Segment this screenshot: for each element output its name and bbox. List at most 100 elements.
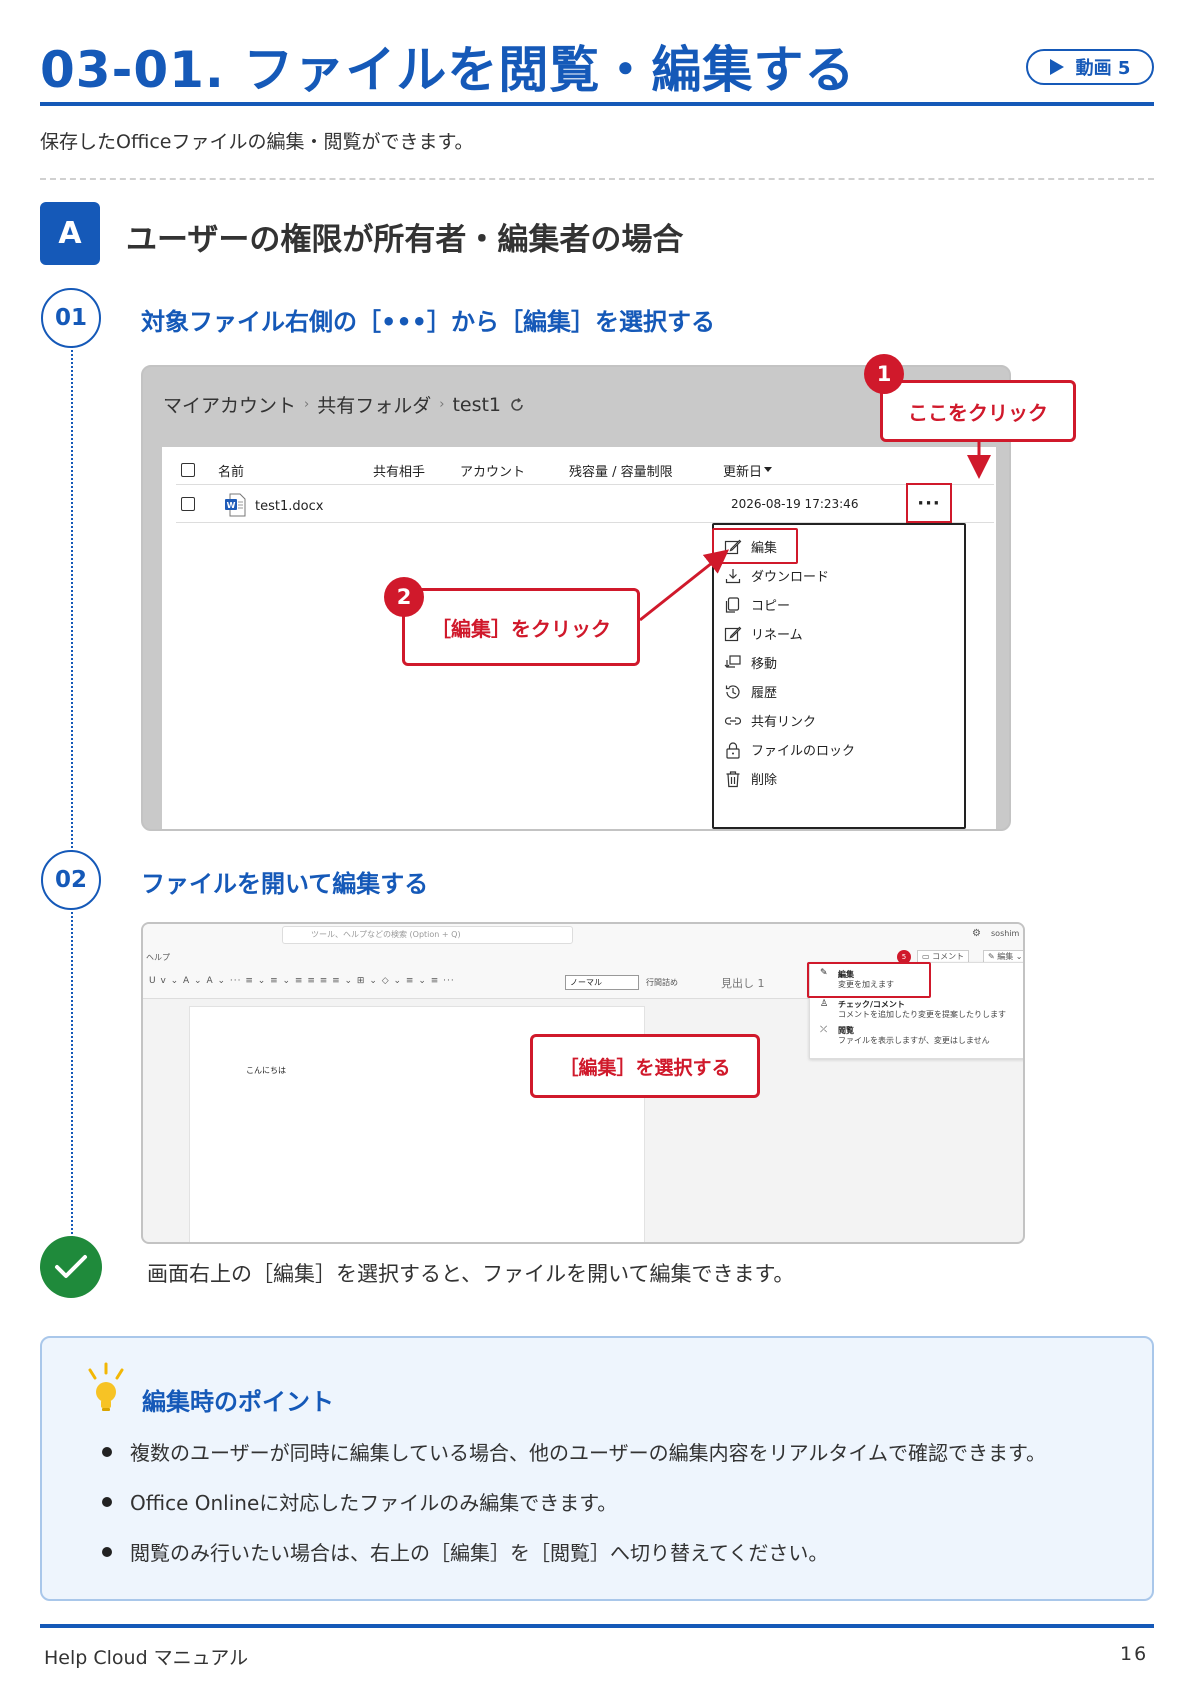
tip-text: 閲覧のみ行いたい場合は、右上の［編集］を［閲覧］へ切り替えてください。 (130, 1541, 829, 1565)
step-title-02: ファイルを開いて編集する (141, 870, 429, 898)
style-selector[interactable]: ノーマル (565, 975, 639, 990)
edit-mode-label: 編集 (997, 952, 1014, 961)
heading-style[interactable]: 見出し 1 (721, 975, 765, 991)
option-review-desc: コメントを追加したり変更を提案したりします (838, 1010, 1006, 1019)
bullet-icon (102, 1496, 112, 1507)
page-title: 03-01. ファイルを閲覧・編集する (40, 41, 856, 99)
step-title-01: 対象ファイル右側の［•••］から［編集］を選択する (141, 308, 716, 336)
gear-icon[interactable]: ⚙ (972, 928, 981, 939)
word-file-icon: W (225, 493, 246, 517)
copy-icon (725, 596, 740, 613)
column-header-name[interactable]: 名前 (218, 461, 244, 480)
checkmark-icon (40, 1236, 102, 1298)
callout-number-2: 2 (384, 577, 424, 617)
tip-item: Office Onlineに対応したファイルのみ編集できます。 (102, 1487, 617, 1516)
callout-number-1: 1 (864, 354, 904, 394)
menu-item-label: 削除 (751, 773, 778, 788)
breadcrumb-item[interactable]: マイアカウント (163, 391, 296, 418)
move-icon (724, 654, 741, 668)
line-spacing-style[interactable]: 行間詰め (646, 977, 678, 988)
footer-manual-name: Help Cloud マニュアル (44, 1647, 249, 1669)
lightbulb-icon (88, 1362, 124, 1411)
download-icon (725, 568, 741, 583)
option-view-desc: ファイルを表示しますが、変更はしません (838, 1036, 990, 1045)
pencil-icon: ✎ (988, 952, 998, 961)
menu-item-rename[interactable]: リネーム (714, 618, 964, 649)
column-header-account[interactable]: アカウント (460, 461, 525, 480)
step-number-02: 02 (41, 850, 101, 910)
tip-text: Office Onlineに対応したファイルのみ編集できます。 (130, 1491, 618, 1515)
edit-option-highlight (807, 962, 931, 998)
row-checkbox[interactable] (181, 497, 195, 511)
edit-highlight-box (712, 528, 798, 564)
tip-text: 複数のユーザーが同時に編集している場合、他のユーザーの編集内容をリアルタイムで確… (130, 1441, 1046, 1465)
play-icon (1049, 59, 1064, 75)
rename-icon (724, 626, 742, 641)
chevron-right-icon: › (439, 397, 445, 412)
menu-item-label: リネーム (751, 628, 803, 643)
section-badge: A (40, 202, 100, 265)
callout-select-edit: ［編集］を選択する (530, 1034, 760, 1098)
bullet-icon (102, 1446, 112, 1457)
menu-item-delete[interactable]: 削除 (714, 763, 964, 794)
lock-icon (726, 741, 740, 759)
menu-item-label: 移動 (751, 657, 778, 672)
menu-item-label: ファイルのロック (751, 744, 856, 759)
column-header-shared-with[interactable]: 共有相手 (373, 461, 425, 480)
file-context-menu: 編集 ダウンロード コピー リネーム 移動 履歴 共有リンク ファイルのロック … (712, 523, 966, 829)
intro-text: 保存したOfficeファイルの編集・閲覧ができます。 (40, 131, 474, 153)
title-underline (40, 102, 1154, 106)
chevron-down-icon: ⌄ (1013, 952, 1023, 961)
menu-item-share-link[interactable]: 共有リンク (714, 705, 964, 736)
menu-item-download[interactable]: ダウンロード (714, 560, 964, 591)
menu-item-label: ダウンロード (751, 570, 830, 585)
formatting-toolbar[interactable]: U ⅴ ⌄ A ⌄ A ⌄ ··· ≡ ⌄ ≡ ⌄ ≡ ≡ ≡ ≡ ⌄ ⊞ ⌄ … (149, 976, 455, 986)
column-header-updated[interactable]: 更新日 (723, 461, 762, 480)
menu-item-copy[interactable]: コピー (714, 589, 964, 620)
tip-item: 閲覧のみ行いたい場合は、右上の［編集］を［閲覧］へ切り替えてください。 (102, 1537, 828, 1566)
menu-item-label: コピー (751, 599, 791, 614)
select-all-checkbox[interactable] (181, 463, 195, 477)
breadcrumb-item[interactable]: test1 (452, 394, 501, 416)
menu-item-move[interactable]: 移動 (714, 647, 964, 678)
callout-click-edit: ［編集］をクリック (402, 588, 640, 666)
more-options-button[interactable]: ··· (906, 483, 952, 523)
step-connector-line (71, 346, 73, 852)
callout-click-here: ここをクリック (880, 380, 1076, 442)
video-link-button[interactable]: 動画 5 (1026, 49, 1154, 85)
breadcrumb-item[interactable]: 共有フォルダ (317, 391, 431, 418)
tip-item: 複数のユーザーが同時に編集している場合、他のユーザーの編集内容をリアルタイムで確… (102, 1437, 1046, 1466)
section-title: ユーザーの権限が所有者・編集者の場合 (126, 222, 684, 258)
menu-item-label: 履歴 (751, 686, 778, 701)
result-text: 画面右上の［編集］を選択すると、ファイルを開いて編集できます。 (147, 1262, 795, 1286)
step-connector-line (71, 912, 73, 1238)
bullet-icon (102, 1546, 112, 1557)
file-updated-date: 2026-08-19 17:23:46 (731, 497, 859, 511)
footer-rule (40, 1624, 1154, 1628)
trash-icon (726, 770, 740, 787)
editor-search-input[interactable]: ツール、ヘルプなどの検索 (Option + Q) (282, 926, 573, 944)
comment-button-label: コメント (932, 952, 965, 961)
step-number-01: 01 (41, 288, 101, 348)
review-icon: ♙ (820, 999, 829, 1009)
video-label: 動画 5 (1075, 58, 1131, 79)
column-header-capacity[interactable]: 残容量 / 容量制限 (569, 461, 673, 480)
help-tab[interactable]: ヘルプ (146, 952, 170, 963)
sort-desc-icon[interactable] (764, 467, 772, 472)
view-only-icon: ⤫ (820, 1025, 828, 1035)
comment-icon: ▭ (922, 952, 933, 961)
chevron-right-icon: › (304, 397, 310, 412)
tips-box: 編集時のポイント 複数のユーザーが同時に編集している場合、他のユーザーの編集内容… (40, 1336, 1154, 1601)
tips-title: 編集時のポイント (142, 1388, 334, 1416)
menu-item-file-lock[interactable]: ファイルのロック (714, 734, 964, 765)
file-name[interactable]: test1.docx (255, 499, 323, 514)
page-number: 16 (1120, 1643, 1149, 1665)
section-divider (40, 178, 1154, 180)
document-text[interactable]: こんにちは (246, 1065, 286, 1076)
breadcrumb: マイアカウント › 共有フォルダ › test1 (163, 391, 525, 418)
refresh-icon[interactable] (509, 397, 525, 413)
svg-text:W: W (227, 501, 236, 510)
user-name[interactable]: soshim (991, 929, 1019, 938)
menu-item-history[interactable]: 履歴 (714, 676, 964, 707)
link-icon (724, 716, 742, 725)
